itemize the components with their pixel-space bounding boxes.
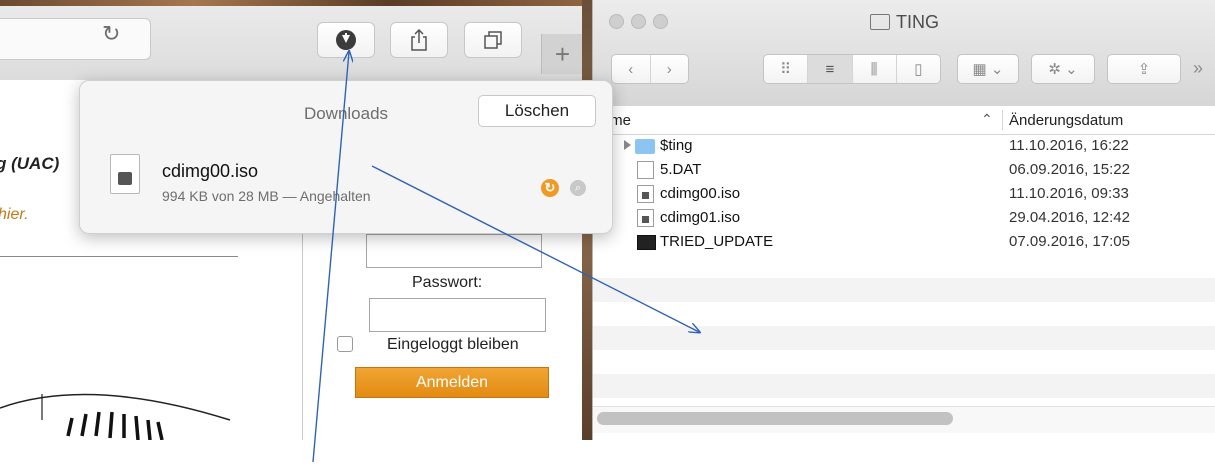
annotation-arrow-to-download-button <box>312 52 349 463</box>
annotation-arrow-to-finder <box>371 165 699 332</box>
annotation-arrows <box>312 0 1215 463</box>
